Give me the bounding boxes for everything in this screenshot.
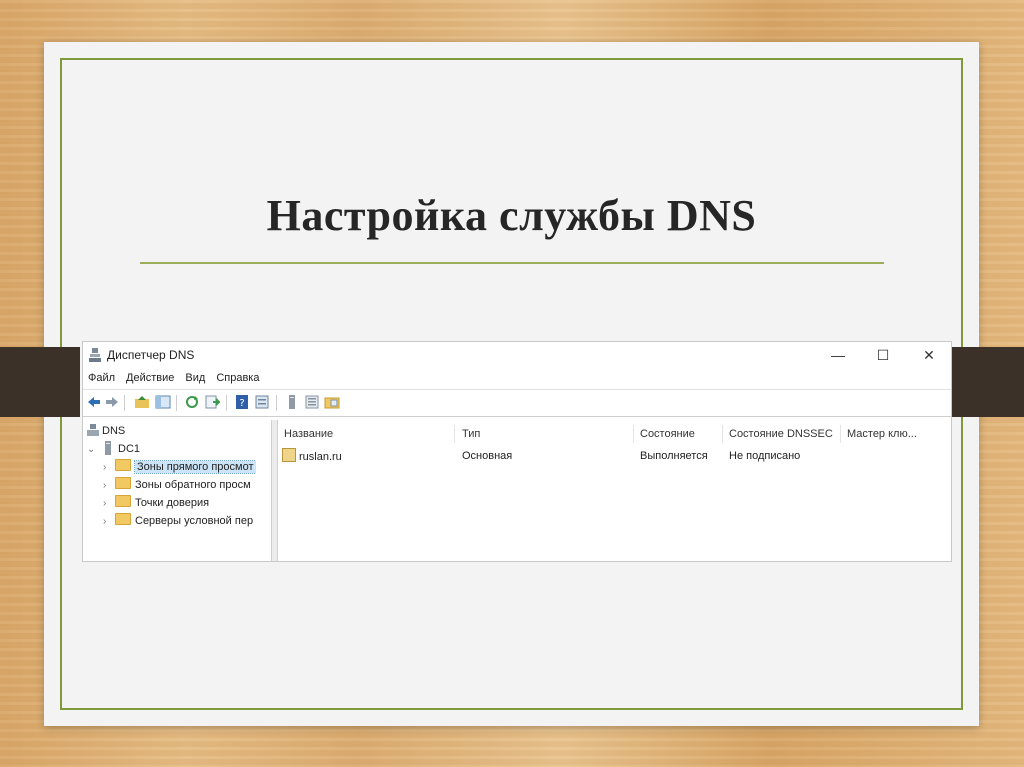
title-bar: Диспетчер DNS — ☐ ✕ xyxy=(83,342,951,369)
chevron-right-icon[interactable]: › xyxy=(103,513,115,530)
pane-splitter[interactable] xyxy=(271,420,278,561)
menu-help[interactable]: Справка xyxy=(211,369,265,384)
chevron-right-icon[interactable]: › xyxy=(103,477,115,494)
decorative-band-left xyxy=(0,347,80,417)
help-icon[interactable]: ? xyxy=(234,394,250,410)
records-list-icon[interactable] xyxy=(304,394,320,410)
column-divider[interactable] xyxy=(633,425,634,443)
slide-title: Настройка службы DNS xyxy=(266,191,757,240)
toolbar-separator xyxy=(276,395,277,411)
tree-item-trust-points[interactable]: › Точки доверия xyxy=(103,494,209,512)
zone-name: ruslan.ru xyxy=(299,451,342,463)
menu-view[interactable]: Вид xyxy=(180,369,211,384)
close-button[interactable]: ✕ xyxy=(909,344,949,366)
server-icon[interactable] xyxy=(284,394,300,410)
export-list-icon[interactable] xyxy=(204,394,220,410)
menu-bar: Файл Действие Вид Справка xyxy=(83,369,951,389)
toolbar-separator xyxy=(124,395,125,411)
column-header-type[interactable]: Тип xyxy=(462,426,480,442)
column-divider[interactable] xyxy=(722,425,723,443)
column-header-dnssec-status[interactable]: Состояние DNSSEC xyxy=(729,426,833,442)
dns-manager-icon xyxy=(89,348,101,362)
zone-type-cell: Основная xyxy=(462,450,513,462)
up-folder-icon[interactable] xyxy=(134,394,150,410)
tree-label: DNS xyxy=(102,425,126,437)
tree-label: Зоны прямого просмот xyxy=(134,460,256,474)
tree-label: Серверы условной пер xyxy=(135,515,254,527)
menu-action[interactable]: Действие xyxy=(121,369,180,384)
title-divider xyxy=(140,262,884,264)
tree-label: DC1 xyxy=(118,443,141,455)
refresh-icon[interactable] xyxy=(184,394,200,410)
column-header-status[interactable]: Состояние xyxy=(640,426,695,442)
show-hide-tree-icon[interactable] xyxy=(155,394,171,410)
toolbar: ? xyxy=(83,389,951,417)
zone-status-cell: Выполняется xyxy=(640,450,708,462)
navigation-tree: DNS ⌄ DC1 › Зоны прямого просмот › Зоны обр… xyxy=(83,420,271,561)
server-icon xyxy=(105,441,111,455)
dns-root-icon xyxy=(87,424,99,436)
zone-icon xyxy=(282,448,296,462)
svg-text:?: ? xyxy=(239,398,244,409)
back-arrow-icon[interactable] xyxy=(86,394,102,410)
properties-icon[interactable] xyxy=(254,394,270,410)
decorative-band-right xyxy=(950,347,1024,417)
column-header-name[interactable]: Название xyxy=(284,426,333,442)
zone-dnssec-cell: Не подписано xyxy=(729,450,801,462)
chevron-right-icon[interactable]: › xyxy=(103,459,115,476)
tree-label: Зоны обратного просм xyxy=(135,479,251,491)
toolbar-separator xyxy=(176,395,177,411)
tree-label: Точки доверия xyxy=(135,497,210,509)
tree-item-dns[interactable]: DNS xyxy=(87,422,125,440)
tree-item-dc1[interactable]: ⌄ DC1 xyxy=(87,440,140,458)
maximize-button[interactable]: ☐ xyxy=(863,344,903,366)
tree-item-forward-zones[interactable]: › Зоны прямого просмот xyxy=(103,458,256,476)
column-header-key-master[interactable]: Мастер клю... xyxy=(847,426,917,442)
forward-arrow-icon[interactable] xyxy=(104,394,120,410)
menu-file[interactable]: Файл xyxy=(83,369,121,384)
column-divider[interactable] xyxy=(454,425,455,443)
tree-item-reverse-zones[interactable]: › Зоны обратного просм xyxy=(103,476,251,494)
folder-icon xyxy=(115,513,131,525)
column-divider[interactable] xyxy=(840,425,841,443)
dns-manager-window: Диспетчер DNS — ☐ ✕ Файл Действие Вид Справ… xyxy=(82,341,952,562)
chevron-right-icon[interactable]: › xyxy=(103,495,115,512)
minimize-button[interactable]: — xyxy=(818,344,858,366)
toolbar-separator xyxy=(226,395,227,411)
zone-name-cell[interactable]: ruslan.ru xyxy=(282,448,342,464)
window-title: Диспетчер DNS xyxy=(107,348,195,362)
chevron-down-icon[interactable]: ⌄ xyxy=(87,441,99,458)
folder-icon xyxy=(115,477,131,489)
zone-list-pane: Название Тип Состояние Состояние DNSSEC … xyxy=(278,420,951,561)
folder-icon xyxy=(115,459,131,471)
zone-folder-icon[interactable] xyxy=(324,394,340,410)
folder-icon xyxy=(115,495,131,507)
tree-item-conditional-forwarders[interactable]: › Серверы условной пер xyxy=(103,512,253,530)
